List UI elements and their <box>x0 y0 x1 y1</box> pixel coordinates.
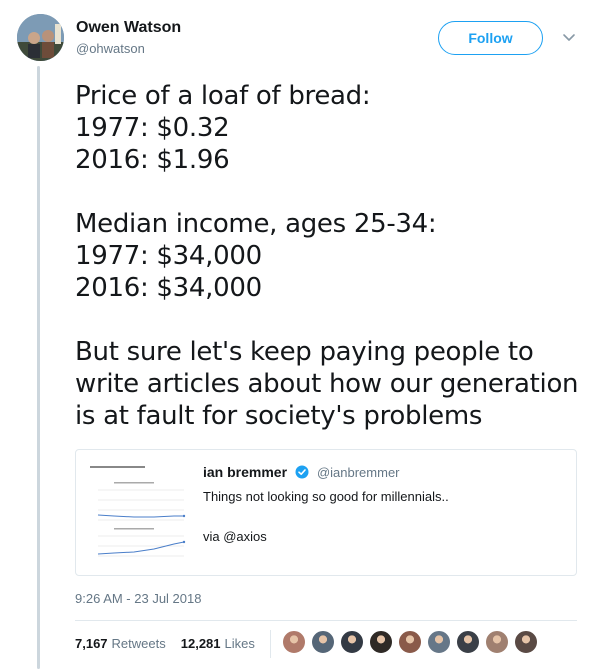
follow-button[interactable]: Follow <box>438 21 543 55</box>
tweet-text-line: Median income, ages 25-34: <box>75 209 437 239</box>
quoted-tweet-via: via @axios <box>203 529 267 544</box>
verified-badge-icon <box>295 465 308 479</box>
quoted-author-name[interactable]: ian bremmer <box>203 464 287 480</box>
liker-avatar[interactable] <box>340 630 364 654</box>
quoted-author-handle[interactable]: @ianbremmer <box>317 465 400 480</box>
quoted-tweet-chart-image <box>84 460 194 568</box>
tweet-text-line: But sure let's keep paying people to <box>75 337 534 367</box>
liker-avatars <box>282 630 543 654</box>
liker-avatar[interactable] <box>282 630 306 654</box>
tweet-stats: 7,167 Retweets 12,281 Likes <box>75 636 270 651</box>
tweet-text-line: Price of a loaf of bread: <box>75 81 371 111</box>
thread-connector-line <box>37 66 40 669</box>
stats-divider <box>75 620 577 621</box>
tweet-text-line: 1977: $34,000 <box>75 241 262 271</box>
quoted-tweet-body: Things not looking so good for millennia… <box>203 488 449 546</box>
quoted-tweet-card[interactable]: ian bremmer @ianbremmer Things not looki… <box>75 449 577 576</box>
liker-avatar[interactable] <box>456 630 480 654</box>
quoted-tweet-text: Things not looking so good for millennia… <box>203 489 449 504</box>
avatar[interactable] <box>17 14 64 61</box>
stats-separator <box>270 630 271 658</box>
liker-avatar[interactable] <box>485 630 509 654</box>
tweet-text-line: write articles about how our generation <box>75 369 579 399</box>
tweet-text-line: 1977: $0.32 <box>75 113 230 143</box>
tweet-timestamp[interactable]: 9:26 AM - 23 Jul 2018 <box>75 591 201 606</box>
likes-label: Likes <box>224 636 255 651</box>
tweet-text-line: 2016: $34,000 <box>75 273 262 303</box>
author-handle[interactable]: @ohwatson <box>76 40 181 58</box>
tweet-text: Price of a loaf of bread: 1977: $0.32 2016… <box>75 80 585 432</box>
liker-avatar[interactable] <box>369 630 393 654</box>
retweets-label: Retweets <box>111 636 166 651</box>
liker-avatar[interactable] <box>514 630 538 654</box>
likes-count: 12,281 <box>180 636 221 651</box>
liker-avatar[interactable] <box>427 630 451 654</box>
author-block: Owen Watson @ohwatson <box>76 18 181 58</box>
chevron-down-icon[interactable] <box>562 30 576 44</box>
tweet-text-line: 2016: $1.96 <box>75 145 230 175</box>
liker-avatar[interactable] <box>311 630 335 654</box>
liker-avatar[interactable] <box>398 630 422 654</box>
likes-stat[interactable]: 12,281 Likes <box>181 636 255 651</box>
retweets-stat[interactable]: 7,167 Retweets <box>75 636 166 651</box>
tweet-text-line: is at fault for society's problems <box>75 401 483 431</box>
retweets-count: 7,167 <box>75 636 108 651</box>
author-name[interactable]: Owen Watson <box>76 18 181 38</box>
quoted-tweet-header: ian bremmer @ianbremmer <box>203 464 400 482</box>
